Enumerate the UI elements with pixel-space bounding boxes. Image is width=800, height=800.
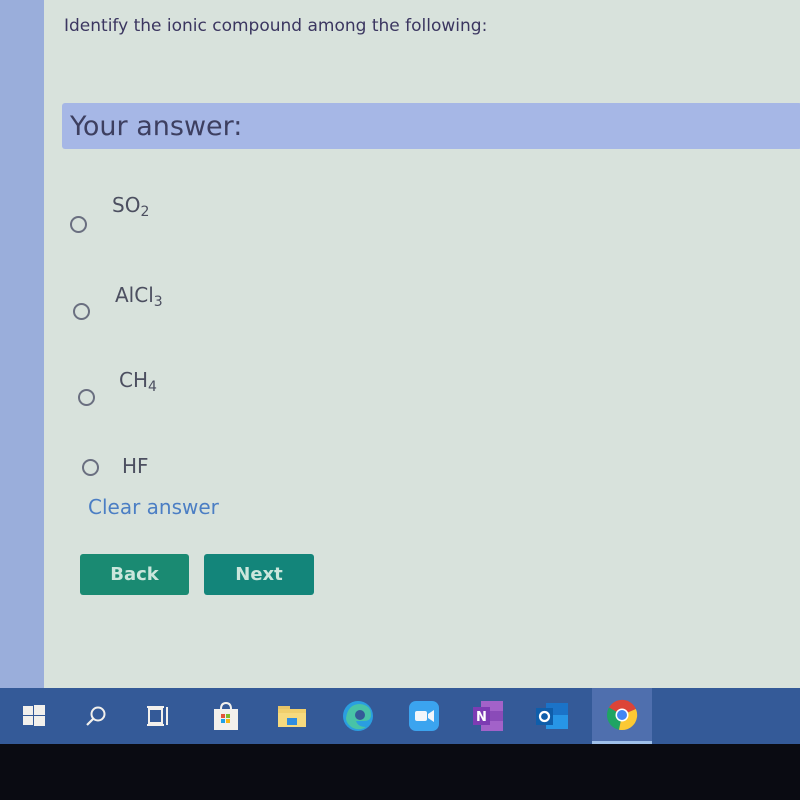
- file-explorer-icon: [278, 706, 306, 727]
- zoom-icon: [409, 701, 439, 731]
- onenote-icon: N: [473, 701, 503, 731]
- taskbar-onenote[interactable]: N: [462, 688, 514, 744]
- radio-so2[interactable]: [70, 216, 87, 233]
- option-label-alcl3: AlCl3: [115, 283, 163, 310]
- answer-heading-band: Your answer:: [62, 103, 800, 149]
- chrome-icon: [606, 699, 638, 730]
- taskbar-chrome[interactable]: [592, 688, 652, 744]
- radio-alcl3[interactable]: [73, 303, 90, 320]
- radio-ch4[interactable]: [78, 389, 95, 406]
- back-button[interactable]: Back: [80, 554, 189, 595]
- screen-bezel: [0, 744, 800, 800]
- taskbar-outlook[interactable]: [526, 688, 578, 744]
- windows-start-icon: [23, 705, 45, 726]
- taskbar-start[interactable]: [8, 688, 60, 744]
- radio-hf[interactable]: [82, 459, 99, 476]
- search-icon: [86, 706, 106, 726]
- edge-icon: [343, 701, 373, 731]
- taskbar-edge[interactable]: [332, 688, 384, 744]
- taskbar-store[interactable]: [200, 688, 252, 744]
- question-text: Identify the ionic compound among the fo…: [64, 16, 488, 36]
- left-strip: [0, 0, 44, 688]
- taskbar-zoom[interactable]: [398, 688, 450, 744]
- answer-heading: Your answer:: [70, 111, 243, 142]
- option-label-ch4: CH4: [119, 368, 157, 395]
- next-button[interactable]: Next: [204, 554, 314, 595]
- quiz-content: Identify the ionic compound among the fo…: [44, 0, 800, 688]
- option-label-so2: SO2: [112, 193, 150, 220]
- outlook-icon: [536, 703, 568, 729]
- task-view-icon: [147, 706, 168, 726]
- clear-answer-link[interactable]: Clear answer: [88, 495, 219, 519]
- option-label-hf: HF: [122, 454, 149, 478]
- taskbar-file-explorer[interactable]: [266, 688, 318, 744]
- taskbar-task-view[interactable]: [132, 688, 184, 744]
- svg-text:N: N: [476, 710, 487, 725]
- taskbar-search[interactable]: [70, 688, 122, 744]
- microsoft-store-icon: [214, 701, 238, 730]
- taskbar: N: [0, 688, 800, 744]
